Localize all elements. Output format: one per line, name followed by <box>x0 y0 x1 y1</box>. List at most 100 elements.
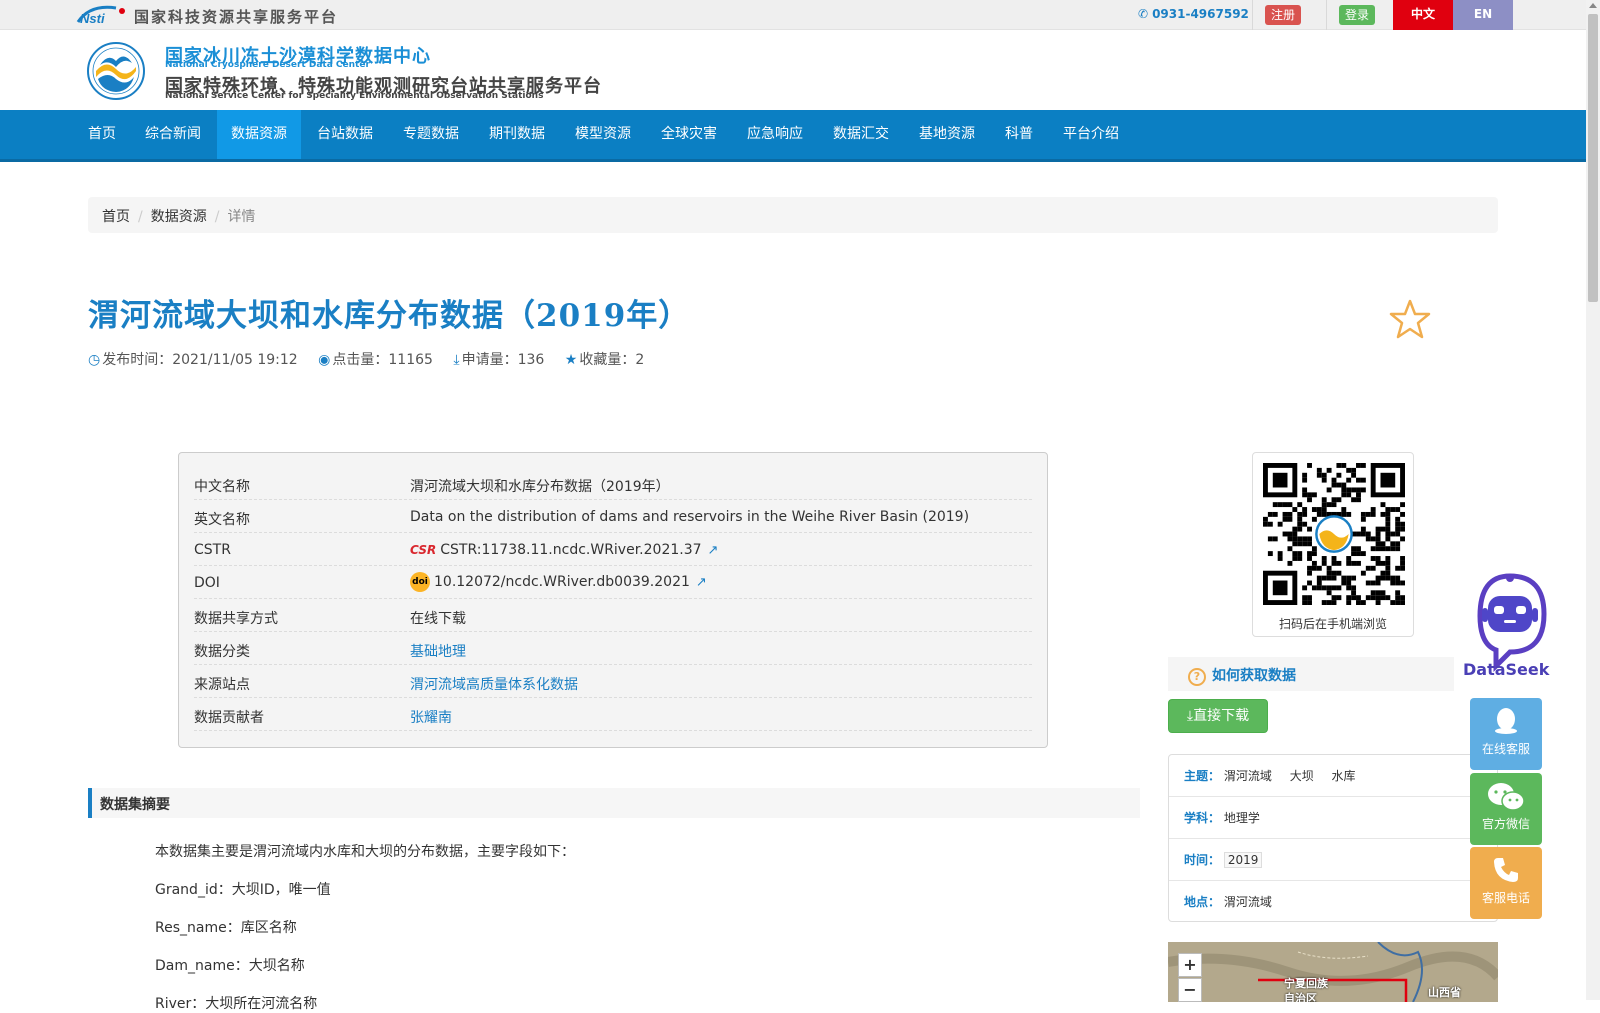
info-row-cn-name: 中文名称 渭河流域大坝和水库分布数据（2019年） <box>194 467 1032 500</box>
direct-download-button[interactable]: ⤓直接下载 <box>1168 699 1268 733</box>
qq-icon <box>1470 706 1542 740</box>
divider <box>1326 0 1327 30</box>
breadcrumb-separator: / <box>214 209 220 225</box>
nav-model-resources[interactable]: 模型资源 <box>561 110 645 159</box>
nav-emergency-response[interactable]: 应急响应 <box>733 110 817 159</box>
page-title: 渭河流域大坝和水库分布数据（2019年） <box>88 298 691 334</box>
breadcrumb-separator: / <box>138 209 143 225</box>
info-row-contributor: 数据贡献者 张耀南 <box>194 698 1032 731</box>
favorites-label: 收藏量： <box>579 352 636 368</box>
scrollbar-thumb[interactable] <box>1588 14 1598 302</box>
favorite-star-icon[interactable] <box>1389 298 1431 340</box>
nav-base-resources[interactable]: 基地资源 <box>905 110 989 159</box>
dataseek-label[interactable]: DataSeek <box>1463 660 1549 679</box>
login-button[interactable]: 登录 <box>1339 5 1375 25</box>
subject-tag[interactable]: 地理学 <box>1224 811 1260 825</box>
info-row-source-site: 来源站点 渭河流域高质量体系化数据 <box>194 665 1032 698</box>
main-nav: 首页 综合新闻 数据资源 台站数据 专题数据 期刊数据 模型资源 全球灾害 应急… <box>0 110 1586 162</box>
source-site-link[interactable]: 渭河流域高质量体系化数据 <box>410 674 578 694</box>
online-service-button[interactable]: 在线客服 <box>1470 698 1542 770</box>
place-tag[interactable]: 渭河流域 <box>1224 895 1272 909</box>
nav-data-submission[interactable]: 数据汇交 <box>819 110 903 159</box>
info-row-en-name: 英文名称 Data on the distribution of dams an… <box>194 500 1032 533</box>
wechat-button[interactable]: 官方微信 <box>1470 773 1542 845</box>
lang-zh-button[interactable]: 中文 <box>1393 0 1453 30</box>
time-row: 时间： 2019 <box>1169 839 1497 881</box>
contributor-link[interactable]: 张耀南 <box>410 707 452 727</box>
nav-news[interactable]: 综合新闻 <box>131 110 215 159</box>
subject-row: 学科： 地理学 <box>1169 797 1497 839</box>
phone-service-button[interactable]: 客服电话 <box>1470 847 1542 919</box>
theme-tag[interactable]: 大坝 <box>1290 769 1314 783</box>
applies-count: 136 <box>517 352 545 368</box>
clicks-label: 点击量： <box>332 352 389 368</box>
nav-platform-intro[interactable]: 平台介绍 <box>1049 110 1133 159</box>
breadcrumb: 首页 / 数据资源 / 详情 <box>88 197 1498 233</box>
nav-global-disasters[interactable]: 全球灾害 <box>647 110 731 159</box>
breadcrumb-home[interactable]: 首页 <box>102 209 130 225</box>
phone-icon: ✆ <box>1138 7 1149 21</box>
center-logo[interactable] <box>86 41 146 101</box>
favorites-count: 2 <box>635 352 645 368</box>
scroll-up-arrow-icon[interactable] <box>1589 3 1597 8</box>
time-tag: 2019 <box>1223 852 1263 868</box>
map-zoom-out-button[interactable]: − <box>1178 978 1202 1002</box>
dataset-meta: ◷ 发布时间：2021/11/05 19:12 ◉ 点击量：11165 ⤓ 申请量：1… <box>88 349 660 369</box>
theme-tag[interactable]: 水库 <box>1332 769 1356 783</box>
info-row-doi: DOI doi 10.12072/ncdc.WRiver.db0039.2021 ↗ <box>194 566 1032 599</box>
map-label: 宁夏回族 <box>1284 977 1328 990</box>
lang-en-button[interactable]: EN <box>1453 0 1513 30</box>
category-link[interactable]: 基础地理 <box>410 641 466 661</box>
abstract-heading: 数据集摘要 <box>88 788 1140 818</box>
page-scrollbar[interactable] <box>1586 0 1600 1000</box>
qr-code-panel: 扫码后在手机端浏览 <box>1252 452 1414 637</box>
doi-logo-icon: doi <box>410 572 430 592</box>
info-row-category: 数据分类 基础地理 <box>194 632 1032 665</box>
external-link-icon[interactable]: ↗ <box>696 575 707 590</box>
theme-tag[interactable]: 渭河流域 <box>1224 769 1272 783</box>
nsti-logo[interactable]: Nsti <box>76 4 128 26</box>
clock-icon: ◷ <box>88 352 101 368</box>
place-row: 地点： 渭河流域 <box>1184 895 1272 909</box>
site-header: 国家冰川冻土沙漠科学数据中心 National Cryosphere Deser… <box>0 30 1586 110</box>
nav-home[interactable]: 首页 <box>74 110 130 159</box>
nav-station-data[interactable]: 台站数据 <box>303 110 387 159</box>
location-map[interactable]: + − 宁夏回族 自治区 山西省 <box>1168 942 1498 1002</box>
phone-number[interactable]: ✆ 0931-4967592 <box>1138 7 1249 21</box>
map-label: 山西省 <box>1428 986 1461 999</box>
register-button[interactable]: 注册 <box>1265 5 1301 25</box>
question-icon: ? <box>1188 668 1206 686</box>
map-zoom-in-button[interactable]: + <box>1178 953 1202 977</box>
external-link-icon[interactable]: ↗ <box>708 543 719 558</box>
phone-icon <box>1470 855 1542 889</box>
svg-text:Nsti: Nsti <box>80 11 105 26</box>
dataset-info-table: 中文名称 渭河流域大坝和水库分布数据（2019年） 英文名称 Data on t… <box>178 452 1048 748</box>
abstract-paragraph: Res_name：库区名称 <box>155 920 297 936</box>
abstract-paragraph: Dam_name：大坝名称 <box>155 958 305 974</box>
wechat-icon <box>1470 781 1542 815</box>
keywords-panel: 主题： 渭河流域 大坝 水库 学科： 地理学 时间： 2019 地点： 渭河流域 <box>1168 754 1498 922</box>
clicks-count: 11165 <box>388 352 433 368</box>
applies-label: 申请量： <box>461 352 518 368</box>
abstract-paragraph: River：大坝所在河流名称 <box>155 996 318 1012</box>
nav-science-popularization[interactable]: 科普 <box>991 110 1047 159</box>
nav-journal-data[interactable]: 期刊数据 <box>475 110 559 159</box>
divider <box>1252 0 1253 30</box>
doi-link[interactable]: 10.12072/ncdc.WRiver.db0039.2021 <box>434 574 690 590</box>
map-label: 自治区 <box>1284 992 1317 1002</box>
how-to-get-data-heading[interactable]: ? 如何获取数据 <box>1168 657 1454 691</box>
platform-title: 国家科技资源共享服务平台 <box>134 8 339 26</box>
nav-thematic-data[interactable]: 专题数据 <box>389 110 473 159</box>
cstr-link[interactable]: CSTR:11738.11.ncdc.WRiver.2021.37 <box>440 542 701 558</box>
breadcrumb-data-resources[interactable]: 数据资源 <box>151 209 207 225</box>
info-row-share-mode: 数据共享方式 在线下载 <box>194 599 1032 632</box>
theme-row: 主题： 渭河流域 大坝 水库 <box>1169 755 1497 797</box>
star-icon: ★ <box>564 352 578 368</box>
eye-icon: ◉ <box>318 352 331 368</box>
breadcrumb-current: 详情 <box>227 209 256 225</box>
abstract-paragraph: Grand_id：大坝ID，唯一值 <box>155 882 331 898</box>
qr-code <box>1263 463 1405 605</box>
nav-data-resources[interactable]: 数据资源 <box>217 110 301 159</box>
cstr-logo-icon: CSR <box>410 543 437 557</box>
qr-caption: 扫码后在手机端浏览 <box>1278 617 1387 631</box>
